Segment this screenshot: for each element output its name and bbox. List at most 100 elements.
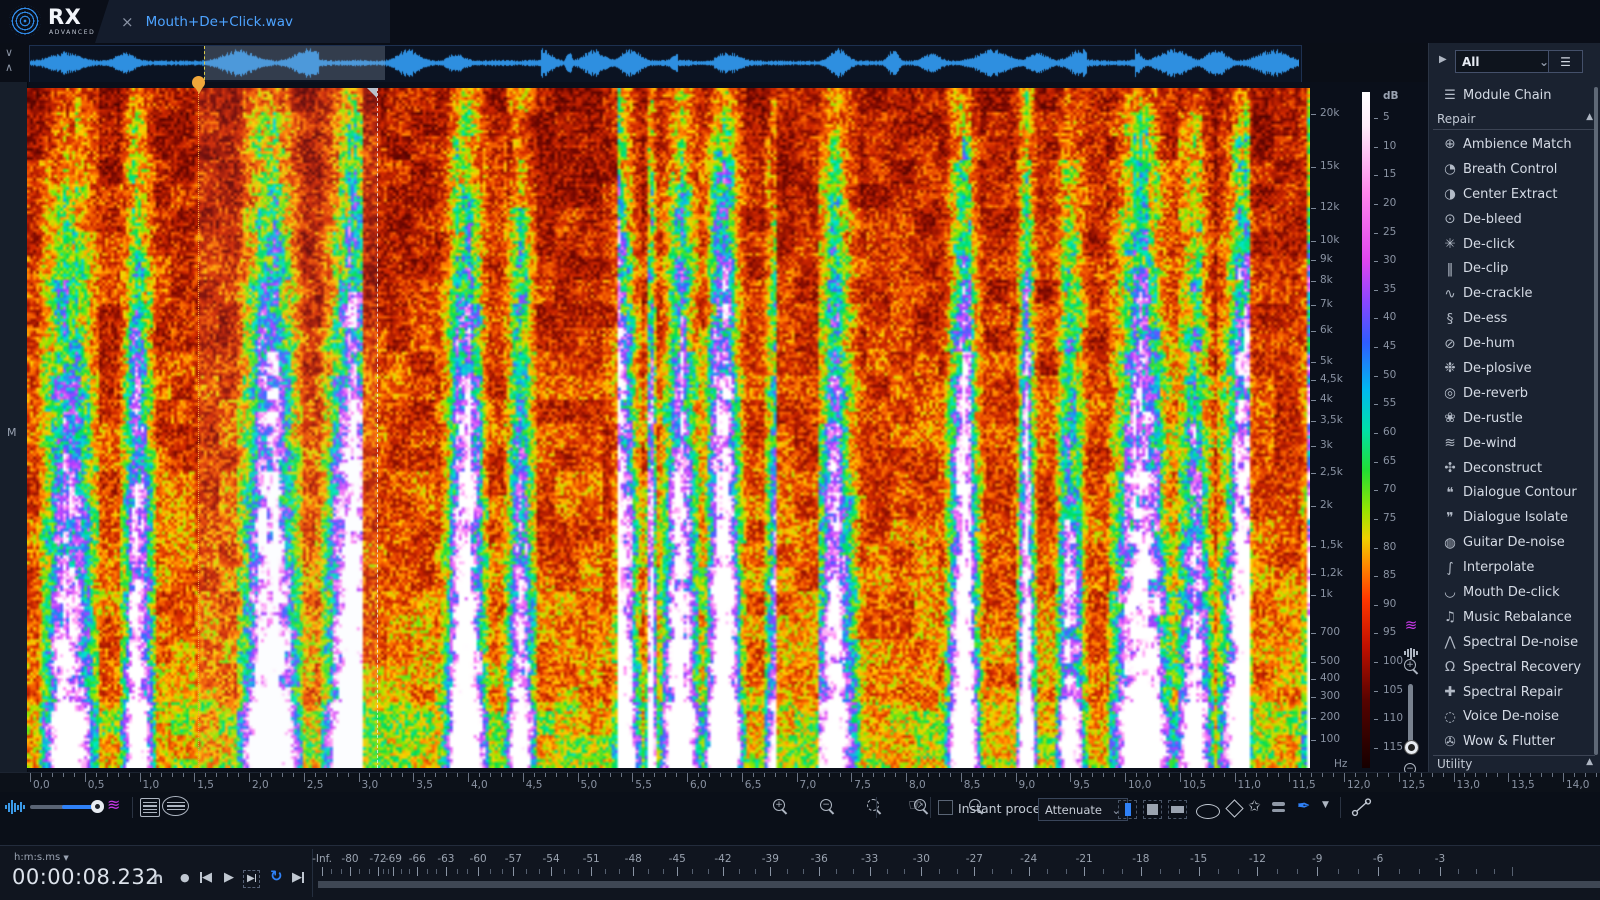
module-item-de-crackle[interactable]: ∿De-crackle bbox=[1429, 281, 1600, 306]
overview-collapse-icon[interactable]: ∨ bbox=[5, 47, 13, 58]
playhead-time-display[interactable]: 00:00:08.232 bbox=[12, 865, 159, 889]
magic-wand-tool[interactable]: ✩ bbox=[1248, 797, 1261, 815]
zoom-out-button[interactable]: − bbox=[819, 798, 835, 814]
time-tick bbox=[271, 773, 272, 777]
level-meter[interactable]: -Inf.-80-72-69-66-63-60-57-54-51-48-45-4… bbox=[318, 846, 1600, 900]
frequency-selection-tool[interactable] bbox=[1168, 800, 1187, 819]
module-run-icon[interactable]: ▶ bbox=[1439, 54, 1447, 65]
module-item-breath-control[interactable]: ◔Breath Control bbox=[1429, 157, 1600, 182]
center-extract-icon: ◑ bbox=[1439, 186, 1461, 202]
db-tick bbox=[1374, 376, 1378, 377]
vertical-zoom-in-button[interactable]: + bbox=[1398, 658, 1424, 678]
monitor-headphones-icon[interactable]: ∩ bbox=[152, 871, 164, 885]
adjacent-bands-tool[interactable] bbox=[1272, 802, 1285, 812]
go-to-start-button[interactable]: ◀ bbox=[200, 871, 212, 885]
time-tick bbox=[1048, 773, 1049, 777]
time-tick-label: 5,5 bbox=[635, 779, 652, 791]
overview-selection-highlight[interactable] bbox=[204, 46, 385, 80]
notes-panel-icon[interactable] bbox=[140, 798, 160, 817]
channel-label[interactable]: M bbox=[7, 426, 17, 439]
de-bleed-icon: ⊙ bbox=[1439, 211, 1461, 227]
waveform-view-icon[interactable] bbox=[5, 800, 25, 814]
module-item-voice-de-noise[interactable]: ◌Voice De-noise bbox=[1429, 704, 1600, 729]
tab-label[interactable]: Mouth+De+Click.wav bbox=[146, 14, 293, 30]
time-tick bbox=[797, 773, 798, 782]
module-item-dialogue-contour[interactable]: ❝Dialogue Contour bbox=[1429, 480, 1600, 505]
module-item-wow-flutter[interactable]: ✇Wow & Flutter bbox=[1429, 729, 1600, 754]
feather-brush-tool[interactable]: ✒ bbox=[1297, 796, 1310, 815]
time-tick bbox=[1486, 773, 1487, 777]
time-selection-tool[interactable] bbox=[1118, 800, 1137, 819]
comment-icon[interactable] bbox=[162, 796, 189, 816]
spectrogram-colorbar[interactable] bbox=[1362, 92, 1370, 768]
time-selection-region[interactable] bbox=[198, 88, 378, 768]
module-item-spectral-recovery[interactable]: ΩSpectral Recovery bbox=[1429, 655, 1600, 680]
frequency-tick bbox=[1311, 260, 1316, 261]
zoom-in-button[interactable]: + bbox=[772, 798, 788, 814]
play-selection-button[interactable]: ▶ bbox=[243, 870, 260, 888]
module-item-de-plosive[interactable]: ❉De-plosive bbox=[1429, 356, 1600, 381]
module-item-de-wind[interactable]: ≋De-wind bbox=[1429, 431, 1600, 456]
loop-playback-button[interactable]: ↻ bbox=[270, 869, 283, 883]
vertical-zoom-slider[interactable] bbox=[1408, 684, 1413, 746]
module-item-de-click[interactable]: ✳De-click bbox=[1429, 232, 1600, 257]
zoom-selection-button[interactable] bbox=[866, 798, 882, 814]
panel-menu-button[interactable]: ☰ bbox=[1548, 50, 1583, 73]
meter-tick-minor bbox=[648, 869, 649, 874]
spectral-repair-icon: ✚ bbox=[1439, 684, 1461, 700]
vertical-waveform-blend-icon[interactable] bbox=[1398, 640, 1424, 659]
frequency-tick-label: 12k bbox=[1320, 201, 1339, 213]
hand-tool[interactable]: ☞ bbox=[908, 795, 922, 814]
tab-close-icon[interactable]: × bbox=[121, 13, 134, 31]
module-item-de-hum[interactable]: ⊘De-hum bbox=[1429, 331, 1600, 356]
selection-corner-handle[interactable] bbox=[367, 88, 377, 98]
wave-spectro-blend-knob[interactable] bbox=[91, 800, 104, 813]
module-item-de-reverb[interactable]: ◎De-reverb bbox=[1429, 381, 1600, 406]
time-format-selector[interactable]: h:m:s.ms ▼ bbox=[14, 852, 69, 863]
go-to-end-button[interactable]: ▶ bbox=[292, 871, 304, 885]
module-item-music-rebalance[interactable]: ♫Music Rebalance bbox=[1429, 605, 1600, 630]
feather-dropdown-icon[interactable]: ▼ bbox=[1322, 800, 1329, 810]
time-tick bbox=[41, 773, 42, 777]
lasso-tool[interactable] bbox=[1196, 804, 1220, 819]
meter-tick bbox=[446, 867, 447, 876]
module-chain-item[interactable]: ☰ Module Chain bbox=[1429, 83, 1600, 107]
module-item-dialogue-isolate[interactable]: ❞Dialogue Isolate bbox=[1429, 505, 1600, 530]
spectrogram-view-icon[interactable]: ≋ bbox=[107, 795, 120, 814]
waveform-overview[interactable] bbox=[29, 45, 1302, 83]
module-item-center-extract[interactable]: ◑Center Extract bbox=[1429, 182, 1600, 207]
module-item-spectral-repair[interactable]: ✚Spectral Repair bbox=[1429, 680, 1600, 705]
module-filter-select[interactable]: All ⌄ bbox=[1455, 50, 1556, 73]
vertical-zoom-slider-knob[interactable] bbox=[1404, 740, 1419, 755]
module-item-spectral-de-noise[interactable]: ⋀Spectral De-noise bbox=[1429, 630, 1600, 655]
module-item-de-rustle[interactable]: ❀De-rustle bbox=[1429, 406, 1600, 431]
panel-scrollbar[interactable] bbox=[1594, 87, 1598, 755]
brush-tool[interactable] bbox=[1225, 799, 1243, 817]
instant-process-checkbox[interactable] bbox=[938, 800, 953, 815]
time-frequency-selection-tool[interactable] bbox=[1143, 800, 1162, 819]
instant-process-mode-select[interactable]: Attenuate ⌄ bbox=[1038, 798, 1128, 821]
module-item-deconstruct[interactable]: ✣Deconstruct bbox=[1429, 456, 1600, 481]
vertical-spectrogram-blend-icon[interactable]: ≋ bbox=[1398, 616, 1424, 634]
module-item-ambience-match[interactable]: ⊕Ambience Match bbox=[1429, 132, 1600, 157]
module-item-label: Spectral Recovery bbox=[1463, 660, 1581, 675]
time-ruler[interactable]: 0,00,51,01,52,02,53,03,54,04,55,05,56,06… bbox=[0, 772, 1600, 793]
section-header-repair[interactable]: Repair ▲ bbox=[1437, 112, 1593, 126]
record-button[interactable]: ● bbox=[180, 871, 190, 885]
find-similar-tool[interactable] bbox=[1350, 798, 1376, 818]
file-tab[interactable]: × Mouth+De+Click.wav bbox=[95, 0, 390, 43]
module-item-label: De-hum bbox=[1463, 336, 1515, 351]
meter-tick-minor bbox=[1066, 869, 1067, 874]
module-item-de-clip[interactable]: ‖De-clip bbox=[1429, 256, 1600, 281]
time-tick bbox=[205, 773, 206, 777]
module-item-de-bleed[interactable]: ⊙De-bleed bbox=[1429, 207, 1600, 232]
module-item-mouth-de-click[interactable]: ◡Mouth De-click bbox=[1429, 580, 1600, 605]
module-panel: ▶ All ⌄ ☰ ☰ Module Chain Repair ▲ ⊕Ambie… bbox=[1428, 43, 1600, 772]
module-item-de-ess[interactable]: §De-ess bbox=[1429, 306, 1600, 331]
module-item-guitar-de-noise[interactable]: ◍Guitar De-noise bbox=[1429, 530, 1600, 555]
db-tick bbox=[1374, 748, 1378, 749]
section-header-utility[interactable]: Utility ▲ bbox=[1437, 757, 1593, 771]
overview-expand-icon[interactable]: ∧ bbox=[5, 62, 13, 73]
play-button[interactable]: ▶ bbox=[224, 871, 234, 885]
module-item-interpolate[interactable]: ∫Interpolate bbox=[1429, 555, 1600, 580]
